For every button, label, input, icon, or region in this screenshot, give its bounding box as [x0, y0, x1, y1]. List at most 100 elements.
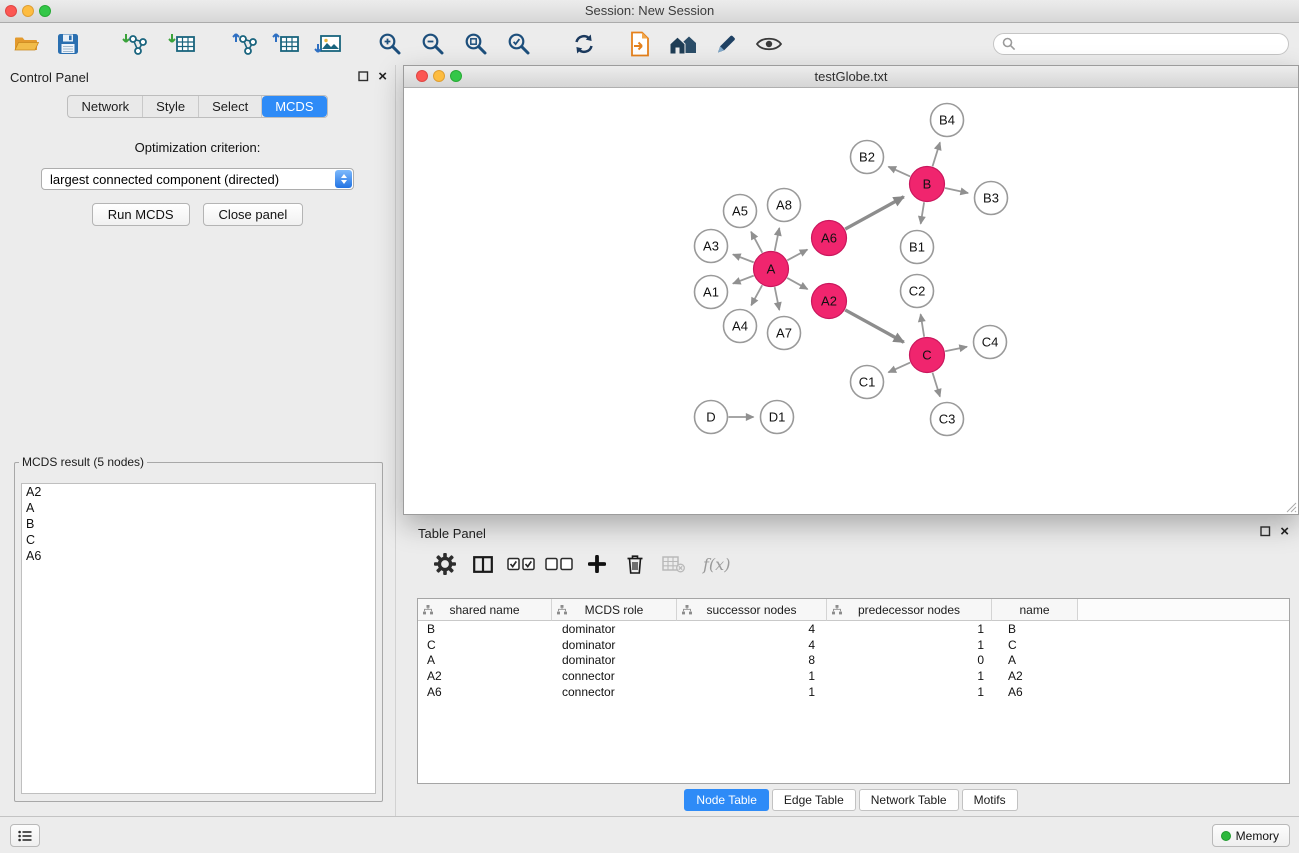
node-B2[interactable]: B2: [851, 141, 884, 174]
tab-select[interactable]: Select: [199, 96, 262, 117]
function-builder-button[interactable]: f(x): [703, 555, 730, 574]
node-C4[interactable]: C4: [974, 326, 1007, 359]
node-C1[interactable]: C1: [851, 366, 884, 399]
mcds-result-item[interactable]: A2: [22, 484, 375, 500]
search-input[interactable]: [1021, 36, 1280, 53]
column-header-predecessor-nodes[interactable]: predecessor nodes: [827, 599, 992, 621]
annotation-pen-button[interactable]: [710, 28, 742, 60]
delete-table-button[interactable]: [659, 550, 687, 578]
mcds-result-item[interactable]: A: [22, 500, 375, 516]
node-B[interactable]: B: [910, 167, 945, 202]
apply-layout-button[interactable]: [568, 28, 600, 60]
export-image-button[interactable]: [312, 28, 344, 60]
column-header-mcds-role[interactable]: MCDS role: [552, 599, 677, 621]
network-minimize-button[interactable]: [433, 70, 445, 82]
zoom-selected-button[interactable]: [503, 28, 535, 60]
task-history-button[interactable]: [10, 824, 40, 847]
tab-motifs[interactable]: Motifs: [962, 789, 1018, 811]
network-zoom-button[interactable]: [450, 70, 462, 82]
export-table-button[interactable]: [270, 28, 302, 60]
edge-B-B2[interactable]: [888, 167, 910, 177]
delete-column-button[interactable]: [621, 550, 649, 578]
close-table-panel-icon[interactable]: ×: [1280, 526, 1289, 537]
column-header-shared-name[interactable]: shared name: [418, 599, 552, 621]
import-table-button[interactable]: [166, 28, 198, 60]
zoom-out-button[interactable]: [417, 28, 449, 60]
node-A8[interactable]: A8: [768, 189, 801, 222]
close-panel-button[interactable]: Close panel: [203, 203, 304, 226]
table-row[interactable]: A2connector11A2: [418, 668, 1289, 684]
run-mcds-button[interactable]: Run MCDS: [92, 203, 190, 226]
float-table-panel-icon[interactable]: [1260, 526, 1271, 537]
edge-A-A8[interactable]: [775, 228, 780, 251]
select-all-rows-button[interactable]: [507, 550, 535, 578]
column-header-successor-nodes[interactable]: successor nodes: [677, 599, 827, 621]
tab-style[interactable]: Style: [143, 96, 199, 117]
show-graphics-details-button[interactable]: [753, 28, 785, 60]
tab-network-table[interactable]: Network Table: [859, 789, 959, 811]
node-A6[interactable]: A6: [812, 221, 847, 256]
export-document-button[interactable]: [624, 28, 656, 60]
network-close-button[interactable]: [416, 70, 428, 82]
edge-C-C2[interactable]: [921, 314, 925, 337]
import-network-button[interactable]: [120, 28, 152, 60]
table-settings-button[interactable]: [431, 550, 459, 578]
node-A1[interactable]: A1: [695, 276, 728, 309]
node-A7[interactable]: A7: [768, 317, 801, 350]
tab-mcds[interactable]: MCDS: [262, 96, 326, 117]
edge-A-A7[interactable]: [775, 287, 780, 310]
deselect-all-rows-button[interactable]: [545, 550, 573, 578]
export-network-button[interactable]: [228, 28, 260, 60]
memory-button[interactable]: Memory: [1212, 824, 1290, 847]
edge-C-C1[interactable]: [888, 363, 910, 373]
node-A5[interactable]: A5: [724, 195, 757, 228]
edge-A6-B[interactable]: [845, 197, 904, 229]
network-canvas[interactable]: B4 B2 B B3 A5 A8 A6 B1 A3 A C2 A1 A2 A4 A7 C4 C C1 C3 D D1: [404, 87, 1298, 514]
node-B4[interactable]: B4: [931, 104, 964, 137]
edge-C-C4[interactable]: [945, 347, 967, 352]
edge-A-A6[interactable]: [787, 250, 807, 261]
node-D1[interactable]: D1: [761, 401, 794, 434]
edge-A2-C[interactable]: [845, 310, 904, 342]
open-session-button[interactable]: [10, 28, 42, 60]
edge-B-B1[interactable]: [921, 202, 924, 224]
edge-C-C3[interactable]: [933, 373, 940, 397]
table-row[interactable]: Bdominator41B: [418, 621, 1289, 637]
search-field[interactable]: [993, 33, 1289, 55]
float-panel-icon[interactable]: [358, 71, 369, 82]
table-row[interactable]: Adominator80A: [418, 652, 1289, 668]
browser-home-button[interactable]: [667, 28, 699, 60]
node-C3[interactable]: C3: [931, 403, 964, 436]
tab-network[interactable]: Network: [68, 96, 143, 117]
mcds-result-item[interactable]: B: [22, 516, 375, 532]
node-C[interactable]: C: [910, 338, 945, 373]
node-A2[interactable]: A2: [812, 284, 847, 319]
edge-B-B4[interactable]: [933, 142, 940, 166]
edge-A-A2[interactable]: [787, 278, 807, 289]
tab-node-table[interactable]: Node Table: [684, 789, 769, 811]
table-row[interactable]: Cdominator41C: [418, 637, 1289, 653]
table-row[interactable]: A6connector11A6: [418, 684, 1289, 700]
mcds-result-item[interactable]: A6: [22, 548, 375, 564]
zoom-fit-button[interactable]: [460, 28, 492, 60]
zoom-in-button[interactable]: [374, 28, 406, 60]
close-panel-icon[interactable]: ×: [378, 71, 387, 82]
edge-A-A3[interactable]: [733, 254, 754, 262]
edge-A-A1[interactable]: [733, 276, 754, 284]
node-D[interactable]: D: [695, 401, 728, 434]
show-columns-button[interactable]: [469, 550, 497, 578]
column-header-name[interactable]: name: [992, 599, 1078, 621]
mcds-result-item[interactable]: C: [22, 532, 375, 548]
node-A[interactable]: A: [754, 252, 789, 287]
edge-A-A5[interactable]: [751, 232, 762, 253]
node-B3[interactable]: B3: [975, 182, 1008, 215]
edge-B-B3[interactable]: [945, 188, 968, 193]
tab-edge-table[interactable]: Edge Table: [772, 789, 856, 811]
resize-grip-icon[interactable]: [1285, 501, 1297, 513]
optimization-criterion-select[interactable]: largest connected component (directed): [41, 168, 354, 190]
edge-A-A4[interactable]: [751, 285, 762, 305]
node-A4[interactable]: A4: [724, 310, 757, 343]
node-A3[interactable]: A3: [695, 230, 728, 263]
node-C2[interactable]: C2: [901, 275, 934, 308]
node-B1[interactable]: B1: [901, 231, 934, 264]
